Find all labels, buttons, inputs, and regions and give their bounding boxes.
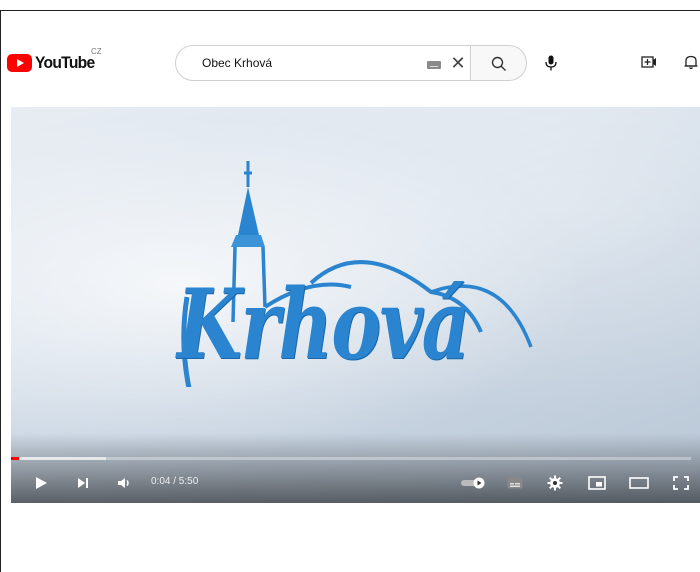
progress-bar[interactable] [11, 457, 691, 460]
search-input[interactable]: Obec Krhová [202, 56, 272, 70]
subtitles-icon [507, 477, 523, 489]
country-code: CZ [91, 47, 102, 56]
next-icon [78, 478, 88, 488]
time-display: 0:04 / 5:50 [151, 476, 199, 487]
logo-text: YouTube [35, 53, 95, 72]
subtitles-button[interactable] [503, 471, 527, 495]
autoplay-toggle-icon [461, 477, 485, 489]
settings-button[interactable] [543, 471, 567, 495]
masthead: YouTube CZ Obec Krhová ✕ [1, 11, 700, 107]
next-button[interactable] [71, 471, 95, 495]
autoplay-toggle[interactable] [459, 471, 489, 495]
progress-loaded [11, 457, 107, 460]
volume-icon [118, 478, 129, 488]
search-button[interactable] [471, 45, 527, 81]
bell-icon [684, 55, 698, 70]
gear-icon [547, 475, 563, 491]
player-controls: 0:04 / 5:50 [11, 463, 700, 503]
theater-mode-button[interactable] [627, 471, 651, 495]
voice-search-button[interactable] [537, 49, 565, 77]
progress-played [11, 457, 20, 460]
youtube-logo[interactable]: YouTube [7, 53, 100, 73]
create-button[interactable] [637, 49, 661, 73]
play-icon [36, 477, 47, 489]
notifications-button[interactable] [679, 49, 700, 73]
miniplayer-icon [588, 476, 606, 490]
fullscreen-icon [673, 476, 689, 490]
create-icon [641, 56, 656, 68]
volume-button[interactable] [113, 471, 137, 495]
youtube-play-icon [7, 54, 32, 72]
keyboard-icon[interactable] [427, 61, 441, 69]
mic-icon [545, 55, 557, 71]
video-title-art: Krhová [177, 268, 470, 381]
video-player[interactable]: Krhová [11, 107, 700, 503]
fullscreen-button[interactable] [669, 471, 693, 495]
theater-mode-icon [629, 477, 649, 489]
search-icon [491, 56, 506, 71]
miniplayer-button[interactable] [585, 471, 609, 495]
clear-icon[interactable]: ✕ [448, 53, 468, 73]
play-button[interactable] [29, 471, 53, 495]
search-box[interactable]: Obec Krhová ✕ [175, 45, 471, 81]
browser-frame: YouTube CZ Obec Krhová ✕ Krhová 0:04 / 5… [0, 10, 700, 572]
